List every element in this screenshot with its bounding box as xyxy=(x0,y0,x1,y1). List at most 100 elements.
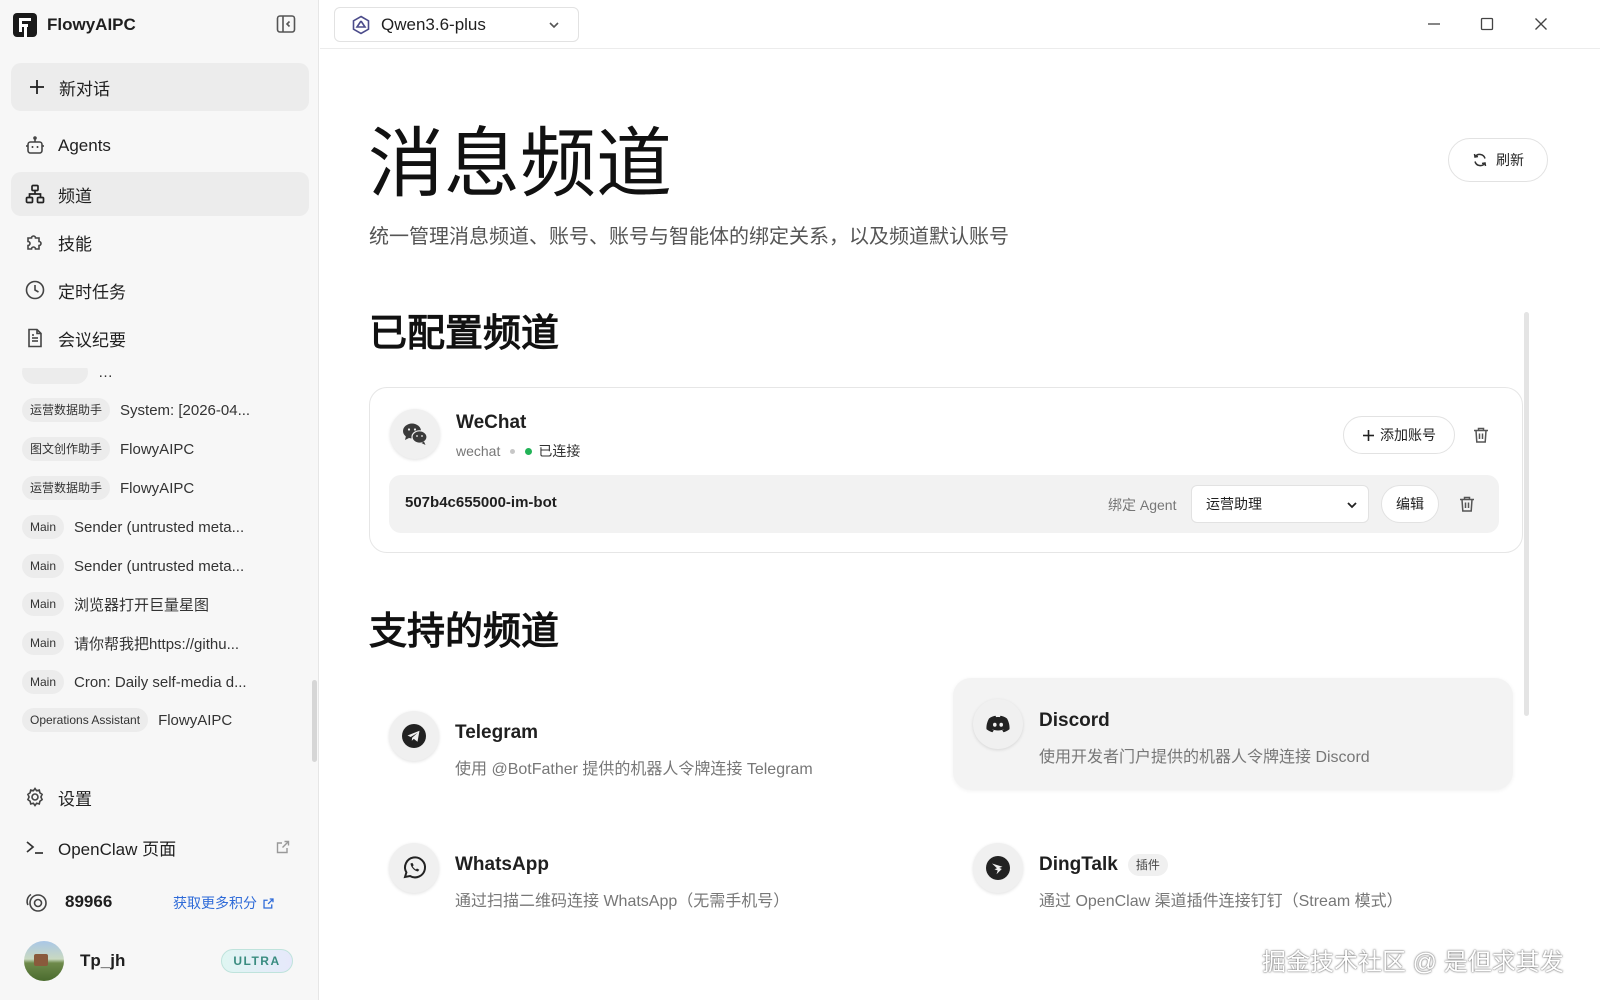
sidebar-item-skills[interactable]: 技能 xyxy=(11,220,309,264)
user-name: Tp_jh xyxy=(80,951,126,970)
refresh-icon xyxy=(1473,153,1487,167)
history-agent-tag: Main xyxy=(22,670,65,694)
history-title: 请你帮我把https://githu... xyxy=(74,635,240,653)
channel-option-whatsapp[interactable]: WhatsApp 通过扫描二维码连接 WhatsApp（无需手机号） xyxy=(369,822,929,934)
sidebar-item-channels[interactable]: 频道 xyxy=(11,172,309,216)
delete-channel-button[interactable] xyxy=(1470,424,1492,446)
brand: FlowyAIPC xyxy=(13,12,136,38)
sidebar-collapse-icon[interactable] xyxy=(275,13,297,35)
main-scrollbar[interactable] xyxy=(1524,312,1529,716)
sidebar-item-label: 技能 xyxy=(58,234,92,254)
app-logo-icon xyxy=(13,13,37,37)
model-logo-icon xyxy=(352,15,370,34)
trash-icon xyxy=(1474,427,1488,443)
main-content: 消息频道 刷新 统一管理消息频道、账号、账号与智能体的绑定关系，以及频道默认账号… xyxy=(320,50,1600,1000)
terminal-icon xyxy=(23,835,47,859)
configured-channels-title: 已配置频道 xyxy=(369,313,560,355)
history-item[interactable]: … xyxy=(11,368,301,390)
account-row: 507b4c655000-im-bot 绑定 Agent 运营助理 编辑 xyxy=(389,475,1499,533)
chevron-down-icon xyxy=(1347,502,1357,509)
history-item[interactable]: Main Sender (untrusted meta... xyxy=(11,548,301,584)
gear-icon xyxy=(23,785,47,809)
openclaw-page-link[interactable]: OpenClaw 页面 xyxy=(11,825,309,869)
sidebar-scrollbar[interactable] xyxy=(312,680,317,762)
avatar xyxy=(24,941,64,981)
credits-value: 89966 xyxy=(65,892,113,911)
history-agent-tag: Main xyxy=(22,631,65,655)
connection-status: 已连接 xyxy=(538,443,581,459)
channel-option-telegram[interactable]: Telegram 使用 @BotFather 提供的机器人令牌连接 Telegr… xyxy=(369,690,929,802)
page-description: 统一管理消息频道、账号、账号与智能体的绑定关系，以及频道默认账号 xyxy=(369,226,1009,248)
sidebar-item-label: 频道 xyxy=(58,186,92,206)
external-link-icon xyxy=(263,897,274,909)
sidebar-item-meeting-notes[interactable]: 会议纪要 xyxy=(11,316,309,360)
channel-option-dingtalk[interactable]: DingTalk 插件 通过 OpenClaw 渠道插件连接钉钉（Stream … xyxy=(953,822,1513,934)
network-icon xyxy=(23,182,47,206)
history-item[interactable]: 运营数据助手 System: [2026-04... xyxy=(11,392,301,428)
history-item[interactable]: Main 浏览器打开巨量星图 xyxy=(11,586,301,622)
channel-option-desc: 通过扫描二维码连接 WhatsApp（无需手机号） xyxy=(455,893,790,910)
history-agent-tag: 图文创作助手 xyxy=(22,437,111,461)
sidebar-item-scheduled-tasks[interactable]: 定时任务 xyxy=(11,268,309,312)
add-account-label: 添加账号 xyxy=(1380,427,1436,443)
clock-icon xyxy=(23,278,47,302)
history-title: FlowyAIPC xyxy=(120,479,195,497)
get-more-credits-link[interactable]: 获取更多积分 xyxy=(173,893,275,913)
channel-option-discord[interactable]: Discord 使用开发者门户提供的机器人令牌连接 Discord xyxy=(953,678,1513,790)
history-item[interactable]: Main Sender (untrusted meta... xyxy=(11,509,301,545)
history-title: Cron: Daily self-media d... xyxy=(74,673,247,691)
channel-option-name: WhatsApp xyxy=(455,854,549,876)
edit-account-button[interactable]: 编辑 xyxy=(1381,485,1439,523)
channel-option-desc: 通过 OpenClaw 渠道插件连接钉钉（Stream 模式） xyxy=(1039,893,1403,910)
document-icon xyxy=(23,326,47,350)
new-chat-button[interactable]: 新对话 xyxy=(11,63,309,111)
wechat-icon xyxy=(390,409,440,459)
openclaw-label: OpenClaw 页面 xyxy=(58,839,177,859)
history-title: FlowyAIPC xyxy=(120,440,195,458)
model-selector[interactable]: Qwen3.6-plus xyxy=(334,7,579,42)
history-item[interactable]: Main Cron: Daily self-media d... xyxy=(11,664,301,700)
new-chat-label: 新对话 xyxy=(59,79,110,99)
plus-icon xyxy=(1363,429,1374,441)
user-profile[interactable]: Tp_jh ULTRA xyxy=(11,938,309,984)
model-name: Qwen3.6-plus xyxy=(381,14,486,34)
refresh-button[interactable]: 刷新 xyxy=(1448,138,1548,182)
discord-icon xyxy=(973,699,1023,749)
settings-label: 设置 xyxy=(58,789,92,809)
telegram-icon xyxy=(389,711,439,761)
close-button[interactable] xyxy=(1529,12,1553,36)
page-title: 消息频道 xyxy=(368,123,672,207)
history-item[interactable]: 图文创作助手 FlowyAIPC xyxy=(11,431,301,467)
channel-option-desc: 使用 @BotFather 提供的机器人令牌连接 Telegram xyxy=(455,761,813,778)
history-item[interactable]: 运营数据助手 FlowyAIPC xyxy=(11,470,301,506)
history-item[interactable]: Main 请你帮我把https://githu... xyxy=(11,625,301,661)
trash-icon xyxy=(1460,496,1474,512)
close-icon xyxy=(1535,18,1547,30)
channel-option-name-text: DingTalk xyxy=(1039,854,1118,875)
channel-option-name-text: Telegram xyxy=(455,722,539,743)
delete-account-button[interactable] xyxy=(1456,493,1478,515)
plan-badge: ULTRA xyxy=(221,949,293,973)
get-more-credits-label: 获取更多积分 xyxy=(173,895,257,911)
history-agent-tag: 运营数据助手 xyxy=(22,476,111,500)
puzzle-icon xyxy=(23,230,47,254)
sidebar-item-label: 会议纪要 xyxy=(58,330,126,350)
settings-button[interactable]: 设置 xyxy=(11,775,309,819)
history-title: Sender (untrusted meta... xyxy=(74,518,245,536)
top-bar: Qwen3.6-plus xyxy=(320,0,1600,49)
agent-select[interactable]: 运营助理 xyxy=(1191,485,1369,523)
account-id: 507b4c655000-im-bot xyxy=(405,494,557,511)
history-title: … xyxy=(98,368,113,381)
history-title: FlowyAIPC xyxy=(158,711,233,729)
add-account-button[interactable]: 添加账号 xyxy=(1343,416,1455,454)
minimize-button[interactable] xyxy=(1422,12,1446,36)
minimize-icon xyxy=(1428,23,1440,25)
external-link-icon xyxy=(275,839,291,855)
history-agent-tag xyxy=(22,368,88,384)
history-item[interactable]: Operations Assistant FlowyAIPC xyxy=(11,702,301,738)
maximize-button[interactable] xyxy=(1475,12,1499,36)
channel-option-name: Discord xyxy=(1039,710,1110,732)
refresh-label: 刷新 xyxy=(1496,152,1524,168)
sidebar-item-agents[interactable]: Agents xyxy=(11,124,309,168)
watermark: 掘金技术社区 @ 是但求其发 xyxy=(1262,949,1564,976)
